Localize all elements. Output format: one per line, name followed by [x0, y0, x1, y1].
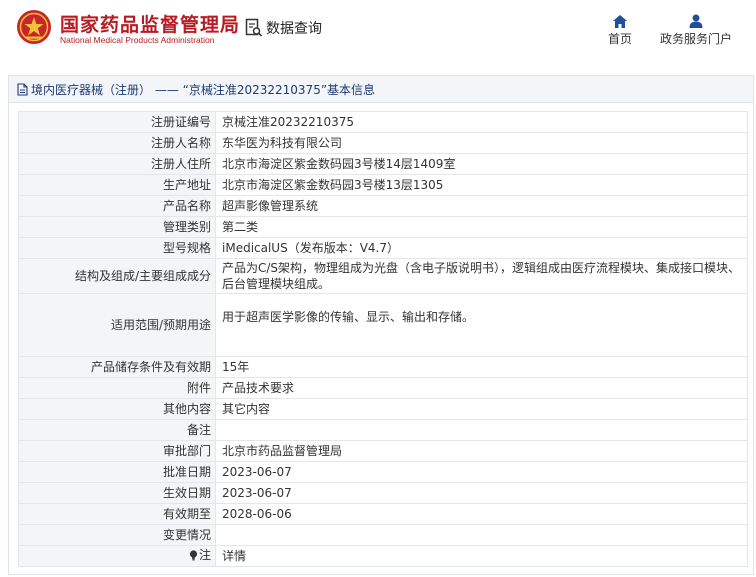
field-label: 其他内容: [18, 398, 216, 420]
field-label: 审批部门: [18, 440, 216, 462]
field-label: 注册人住所: [18, 153, 216, 175]
field-value: 京械注准20232210375: [215, 111, 748, 133]
table-row: 型号规格 iMedicalUS（发布版本：V4.7）: [18, 237, 748, 259]
data-query-label: 数据查询: [266, 21, 322, 37]
table-row: 注 详情: [18, 545, 748, 567]
data-query-link[interactable]: 数据查询: [245, 18, 322, 38]
field-label: 结构及组成/主要组成成分: [18, 258, 216, 294]
table-row: 有效期至 2028-06-06: [18, 503, 748, 525]
field-value: 其它内容: [215, 398, 748, 420]
home-icon: [613, 14, 627, 28]
note-label-cell: 注: [18, 545, 216, 567]
field-label: 管理类别: [18, 216, 216, 238]
field-value: 北京市海淀区紫金数码园3号楼13层1305: [215, 174, 748, 196]
details-link[interactable]: 详情: [215, 545, 748, 567]
field-value: 超声影像管理系统: [215, 195, 748, 217]
table-row: 结构及组成/主要组成成分 产品为C/S架构，物理组成为光盘（含电子版说明书），逻…: [18, 258, 748, 294]
table-row: 审批部门 北京市药品监督管理局: [18, 440, 748, 462]
table-row: 生效日期 2023-06-07: [18, 482, 748, 504]
field-value: 北京市药品监督管理局: [215, 440, 748, 462]
table-row: 变更情况: [18, 524, 748, 546]
field-value: [215, 419, 748, 441]
table-row: 管理类别 第二类: [18, 216, 748, 238]
field-label: 适用范围/预期用途: [18, 293, 216, 357]
field-label: 注册证编号: [18, 111, 216, 133]
field-value: 用于超声医学影像的传输、显示、输出和存储。: [215, 293, 748, 357]
field-label: 产品储存条件及有效期: [18, 356, 216, 378]
brand-title-en: National Medical Products Administration: [60, 35, 215, 45]
table-row: 产品名称 超声影像管理系统: [18, 195, 748, 217]
table-row: 注册人名称 东华医为科技有限公司: [18, 132, 748, 154]
field-value: 产品为C/S架构，物理组成为光盘（含电子版说明书），逻辑组成由医疗流程模块、集成…: [215, 258, 748, 294]
table-row: 批准日期 2023-06-07: [18, 461, 748, 483]
table-row: 注册证编号 京械注准20232210375: [18, 111, 748, 133]
field-value: 2028-06-06: [215, 503, 748, 525]
table-row: 生产地址 北京市海淀区紫金数码园3号楼13层1305: [18, 174, 748, 196]
field-label: 变更情况: [18, 524, 216, 546]
field-label: 有效期至: [18, 503, 216, 525]
field-value: 2023-06-07: [215, 461, 748, 483]
user-icon: [689, 14, 703, 28]
document-icon: [17, 82, 28, 96]
brand-title-cn: 国家药品监督管理局: [60, 14, 241, 36]
nav-home[interactable]: 首页: [608, 12, 632, 47]
lightbulb-icon: [189, 550, 198, 561]
field-value: 东华医为科技有限公司: [215, 132, 748, 154]
field-value: 2023-06-07: [215, 482, 748, 504]
table-row: 附件 产品技术要求: [18, 377, 748, 399]
field-label: 型号规格: [18, 237, 216, 259]
field-value: [215, 524, 748, 546]
nmpa-emblem-icon: [17, 10, 51, 44]
field-value: 15年: [215, 356, 748, 378]
field-value: 第二类: [215, 216, 748, 238]
table-row: 适用范围/预期用途 用于超声医学影像的传输、显示、输出和存储。: [18, 293, 748, 357]
panel-title-text: 境内医疗器械（注册） —— “京械注准20232210375”基本信息: [31, 82, 376, 97]
field-label: 产品名称: [18, 195, 216, 217]
table-row: 备注: [18, 419, 748, 441]
field-label: 备注: [18, 419, 216, 441]
field-value: 产品技术要求: [215, 377, 748, 399]
info-table: 注册证编号 京械注准20232210375 注册人名称 东华医为科技有限公司 注…: [18, 111, 748, 567]
field-value: 北京市海淀区紫金数码园3号楼14层1409室: [215, 153, 748, 175]
table-row: 其他内容 其它内容: [18, 398, 748, 420]
panel-title: 境内医疗器械（注册） —— “京械注准20232210375”基本信息: [9, 76, 753, 103]
field-label: 生产地址: [18, 174, 216, 196]
note-label: 注: [198, 548, 211, 563]
document-search-icon: [245, 18, 263, 37]
site-header: 国家药品监督管理局 National Medical Products Admi…: [0, 0, 756, 64]
nav-home-label: 首页: [608, 32, 633, 46]
field-label: 批准日期: [18, 461, 216, 483]
detail-panel: 境内医疗器械（注册） —— “京械注准20232210375”基本信息 注册证编…: [8, 75, 754, 575]
table-row: 产品储存条件及有效期 15年: [18, 356, 748, 378]
field-label: 附件: [18, 377, 216, 399]
nav-portal-label: 政务服务门户: [660, 32, 733, 46]
field-label: 生效日期: [18, 482, 216, 504]
field-label: 注册人名称: [18, 132, 216, 154]
table-row: 注册人住所 北京市海淀区紫金数码园3号楼14层1409室: [18, 153, 748, 175]
nav-government-service-portal[interactable]: 政务服务门户: [660, 12, 732, 47]
field-value: iMedicalUS（发布版本：V4.7）: [215, 237, 748, 259]
